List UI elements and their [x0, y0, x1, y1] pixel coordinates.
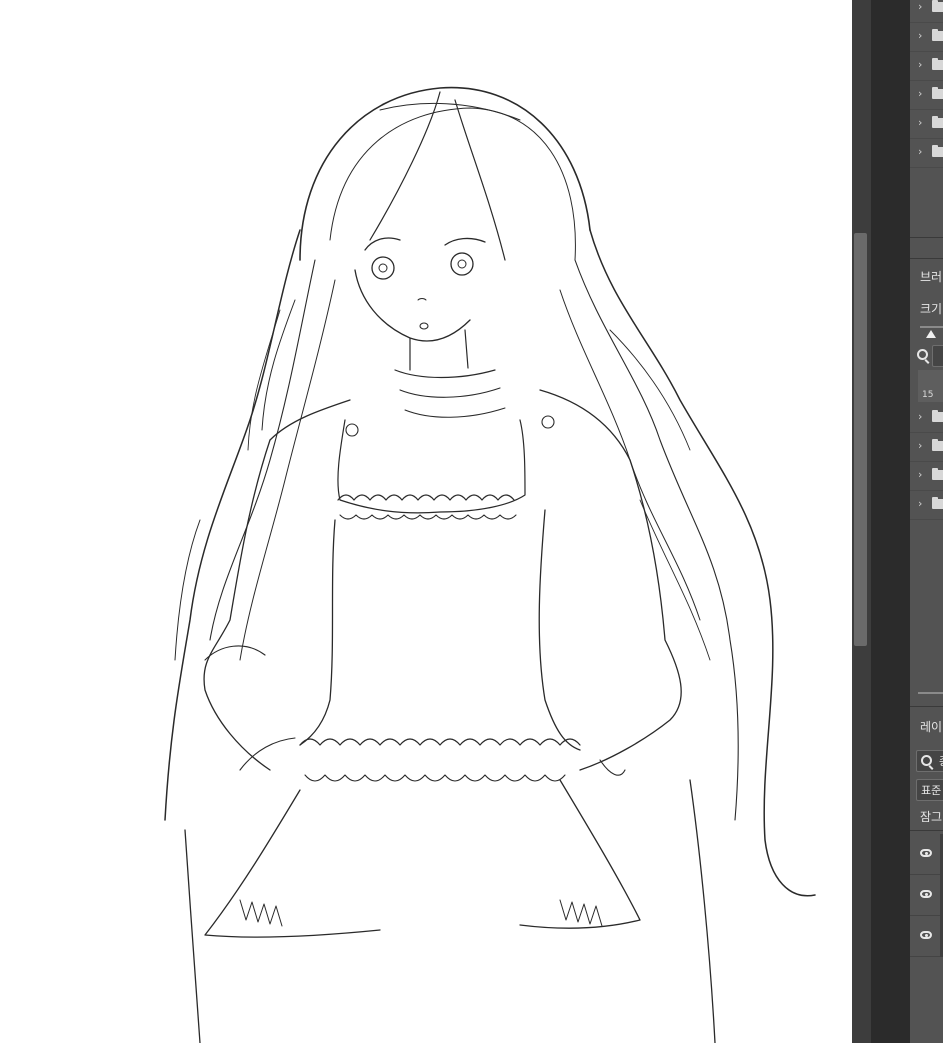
drawing-canvas[interactable] — [0, 0, 852, 1043]
panel-divider — [910, 237, 943, 238]
blend-mode-select[interactable]: 표준 — [916, 779, 943, 801]
brush-panel-title[interactable]: 브러 — [920, 268, 942, 285]
brush-folder-row[interactable]: › — [910, 404, 943, 433]
chevron-right-icon[interactable]: › — [918, 0, 922, 14]
folder-icon — [932, 58, 943, 70]
chevron-right-icon[interactable]: › — [918, 116, 922, 130]
chevron-right-icon[interactable]: › — [918, 58, 922, 72]
chevron-right-icon[interactable]: › — [918, 410, 922, 424]
panel-divider — [910, 258, 943, 259]
right-side-panel: › › › › › › 브러 크기 15 › › › › 레이 표준 잠그 — [909, 0, 943, 1043]
chevron-right-icon[interactable]: › — [918, 87, 922, 101]
folder-row[interactable]: › — [910, 0, 943, 23]
folder-icon — [932, 116, 943, 128]
chevron-right-icon[interactable]: › — [918, 497, 922, 511]
panel-gutter — [871, 0, 909, 1043]
eye-icon[interactable] — [920, 931, 932, 939]
folder-row[interactable]: › — [910, 110, 943, 139]
folder-icon — [932, 0, 943, 12]
folder-row[interactable]: › — [910, 81, 943, 110]
vertical-scrollbar-thumb[interactable] — [854, 233, 867, 646]
chevron-right-icon[interactable]: › — [918, 468, 922, 482]
folder-icon — [932, 468, 943, 480]
blend-mode-value: 표준 — [921, 784, 942, 797]
layers-panel-title[interactable]: 레이 — [920, 718, 942, 735]
layer-row[interactable] — [910, 916, 943, 957]
brush-search-input[interactable] — [932, 345, 943, 367]
layer-filter-input[interactable]: 종 — [916, 750, 943, 772]
eye-icon[interactable] — [920, 849, 932, 857]
brush-folder-row[interactable]: › — [910, 462, 943, 491]
panel-divider — [910, 706, 943, 707]
chevron-right-icon[interactable]: › — [918, 439, 922, 453]
lock-label: 잠그 — [920, 810, 943, 824]
search-icon[interactable] — [917, 349, 928, 360]
layer-filter-kind: 종 — [939, 753, 943, 769]
folder-icon — [932, 497, 943, 509]
chevron-right-icon[interactable]: › — [918, 145, 922, 159]
layer-row[interactable] — [910, 875, 943, 916]
brush-size-value: 15 — [922, 390, 934, 400]
layer-row[interactable] — [910, 834, 943, 875]
search-icon — [921, 755, 932, 766]
folder-icon — [932, 87, 943, 99]
eye-icon[interactable] — [920, 890, 932, 898]
folder-row[interactable]: › — [910, 139, 943, 168]
folder-icon — [932, 29, 943, 41]
folder-icon — [932, 439, 943, 451]
folder-icon — [932, 145, 943, 157]
sketch-artwork — [164, 86, 816, 1043]
folder-row[interactable]: › — [910, 23, 943, 52]
brush-size-slider[interactable] — [920, 326, 943, 328]
folder-icon — [932, 410, 943, 422]
brush-size-label: 크기 — [920, 302, 943, 316]
panel-resize-slider[interactable] — [918, 692, 943, 694]
chevron-right-icon[interactable]: › — [918, 29, 922, 43]
brush-folder-row[interactable]: › — [910, 433, 943, 462]
brush-folder-row[interactable]: › — [910, 491, 943, 520]
brush-size-slider-knob[interactable] — [926, 330, 936, 338]
folder-row[interactable]: › — [910, 52, 943, 81]
panel-divider — [910, 830, 943, 831]
